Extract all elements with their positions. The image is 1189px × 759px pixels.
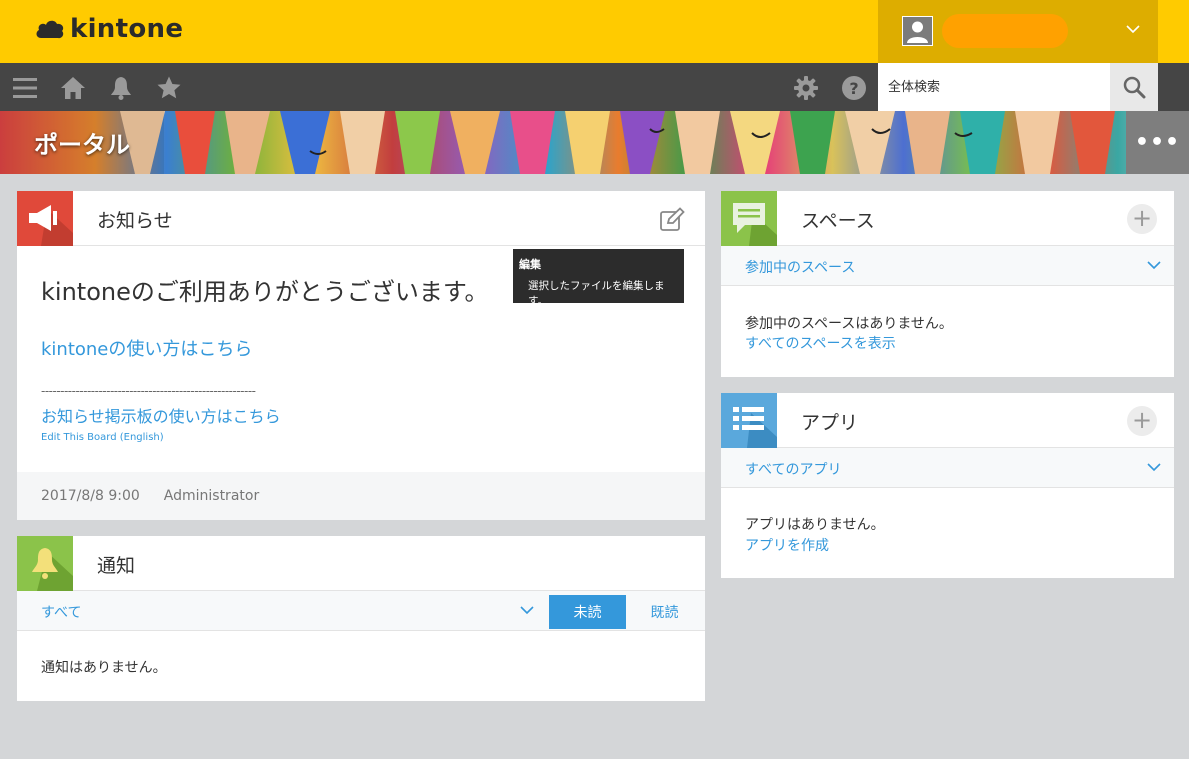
apps-filter-row: すべてのアプリ	[721, 448, 1174, 488]
spaces-empty-text: 参加中のスペースはありません。	[745, 316, 953, 332]
header-right-strip	[1158, 0, 1189, 63]
search-icon	[1123, 76, 1146, 99]
notice-lead-text: kintoneのご利用ありがとうございます。	[41, 278, 489, 306]
megaphone-icon	[17, 191, 73, 246]
help-icon[interactable]: ?	[841, 75, 867, 101]
app-list-icon	[721, 393, 777, 448]
gear-icon[interactable]	[793, 75, 819, 101]
kintone-howto-link[interactable]: kintoneの使い方はこちら	[41, 335, 252, 361]
apps-panel: アプリ + すべてのアプリ アプリはありません。 アプリを作成	[721, 393, 1174, 578]
spaces-filter-row: 参加中のスペース	[721, 246, 1174, 286]
kintone-logo[interactable]: kintone	[34, 14, 183, 44]
top-header: kintone	[0, 0, 1189, 63]
apps-title: アプリ	[801, 412, 859, 434]
global-search-input[interactable]	[878, 63, 1110, 111]
chevron-down-icon[interactable]	[520, 603, 534, 617]
chevron-down-icon[interactable]	[1147, 460, 1161, 474]
spaces-panel-header: スペース +	[721, 191, 1174, 246]
portal-banner: ポータル •••	[0, 111, 1189, 174]
spaces-panel: スペース + 参加中のスペース 参加中のスペースはありません。 すべてのスペース…	[721, 191, 1174, 377]
notifications-panel-header: 通知	[17, 536, 705, 591]
edit-icon[interactable]	[659, 207, 685, 233]
cloud-logo-icon	[36, 20, 64, 39]
spaces-filter-select[interactable]: 参加中のスペース	[745, 257, 855, 277]
chevron-down-icon[interactable]	[1147, 258, 1161, 272]
tooltip-title: 編集	[519, 258, 541, 271]
star-icon[interactable]	[156, 75, 182, 101]
apps-filter-select[interactable]: すべてのアプリ	[745, 459, 841, 479]
menu-icon[interactable]	[12, 75, 38, 101]
page-title: ポータル	[0, 111, 164, 174]
notifications-filter-row: すべて 未読 既読	[17, 591, 705, 631]
apps-panel-header: アプリ +	[721, 393, 1174, 448]
tab-unread[interactable]: 未読	[549, 595, 626, 629]
edit-tooltip: 編集 選択したファイルを編集します。	[513, 249, 684, 307]
apps-empty-text: アプリはありません。	[745, 517, 885, 533]
tab-read[interactable]: 既読	[626, 595, 703, 629]
more-options-button[interactable]: •••	[1126, 111, 1189, 174]
notice-footer: 2017/8/8 9:00 Administrator	[17, 472, 705, 520]
bell-icon	[17, 536, 73, 591]
notice-date: 2017/8/8 9:00	[41, 488, 140, 504]
edit-board-english-link[interactable]: Edit This Board (English)	[41, 432, 164, 443]
show-all-spaces-link[interactable]: すべてのスペースを表示	[745, 333, 896, 353]
notifications-empty-text: 通知はありません。	[41, 660, 167, 676]
notice-panel: お知らせ kintoneのご利用ありがとうございます。 kintoneの使い方は…	[17, 191, 705, 520]
add-app-button[interactable]: +	[1127, 406, 1157, 436]
create-app-link[interactable]: アプリを作成	[745, 535, 829, 555]
svg-text:?: ?	[849, 79, 858, 98]
bell-icon[interactable]	[108, 75, 134, 101]
home-icon[interactable]	[60, 75, 86, 101]
notifications-title: 通知	[97, 555, 136, 577]
add-space-button[interactable]: +	[1127, 204, 1157, 234]
notice-title: お知らせ	[97, 210, 173, 232]
notifications-panel: 通知 すべて 未読 既読 通知はありません。	[17, 536, 705, 701]
tooltip-description: 選択したファイルを編集します。	[528, 280, 665, 307]
global-navbar: ?	[0, 63, 1189, 111]
spaces-title: スペース	[801, 210, 875, 232]
search-button[interactable]	[1110, 63, 1158, 111]
user-menu[interactable]	[878, 0, 1158, 63]
colored-pencils-image	[120, 111, 1115, 174]
user-name-redacted	[942, 14, 1068, 48]
speech-bubble-icon	[721, 191, 777, 246]
divider-text: ----------------------------------------…	[41, 384, 256, 398]
chevron-down-icon[interactable]	[1126, 22, 1140, 38]
board-howto-link[interactable]: お知らせ掲示板の使い方はこちら	[41, 403, 281, 427]
user-avatar-icon	[902, 16, 933, 46]
nav-right-strip	[1158, 63, 1189, 111]
notice-author: Administrator	[163, 488, 260, 504]
notifications-filter-select[interactable]: すべて	[41, 602, 81, 622]
notice-panel-header: お知らせ	[17, 191, 705, 246]
logo-text: kintone	[70, 14, 184, 44]
